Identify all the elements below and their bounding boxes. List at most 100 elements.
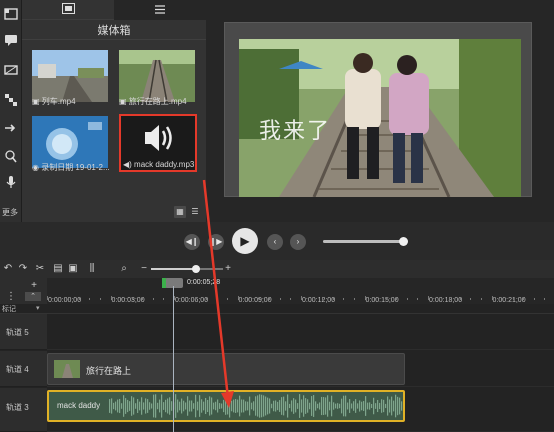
marker-row[interactable]: 标记 ▾ — [0, 304, 554, 314]
ruler-minor-tick — [195, 298, 197, 300]
copy-icon[interactable]: ▤ — [52, 262, 64, 275]
ruler-minor-tick — [216, 298, 218, 300]
zoom-slider[interactable] — [151, 265, 223, 273]
ruler-minor-tick — [152, 298, 154, 300]
video-file-icon: ▣ — [119, 97, 129, 106]
media-item-thumbnail[interactable] — [32, 50, 108, 102]
playhead-handle[interactable] — [162, 278, 183, 288]
next-button[interactable]: › — [290, 234, 306, 250]
add-track-icon[interactable]: + — [28, 279, 40, 292]
grid-view-icon[interactable]: ▦ — [174, 206, 186, 218]
tab-media[interactable] — [22, 0, 114, 20]
video-file-icon: ▣ — [32, 97, 42, 106]
tab-library[interactable] — [114, 0, 206, 20]
video-clip-label: 旅行在路上 — [86, 366, 132, 376]
zoom-in-icon[interactable]: + — [222, 262, 234, 275]
undo-icon[interactable]: ↶ — [2, 262, 14, 275]
video-clip[interactable]: 旅行在路上 — [47, 353, 405, 385]
ruler-tick-label: 0:00:00;00 — [48, 297, 82, 304]
ruler-minor-tick — [57, 298, 59, 300]
zoom-fill — [151, 268, 196, 270]
media-item-label: ▣ 旅行在路上.mp4 — [119, 97, 187, 106]
ruler-minor-tick — [502, 298, 504, 300]
zoom-icon[interactable]: ⌕ — [118, 262, 130, 275]
ruler-minor-tick — [417, 298, 419, 300]
ruler-minor-tick — [142, 298, 144, 300]
media-item-label: ▣ 列车.mp4 — [32, 97, 76, 106]
list-view-icon[interactable]: ☰ — [189, 206, 201, 218]
ruler-minor-tick — [78, 298, 80, 300]
track-lane[interactable] — [47, 314, 554, 350]
ruler-minor-tick — [290, 298, 292, 300]
track-header[interactable]: 轨道 3 — [0, 388, 47, 432]
cut-icon[interactable]: ✂ — [34, 262, 46, 275]
magnet-icon[interactable]: ⋮ — [5, 290, 17, 303]
ruler-tick-label: 0:00:09;00 — [238, 297, 272, 304]
microphone-tool-icon[interactable] — [3, 174, 19, 190]
annotations-tool-icon[interactable] — [3, 32, 19, 48]
animations-tool-icon[interactable] — [3, 120, 19, 136]
ruler-tick-label: 0:00:18;00 — [429, 297, 463, 304]
behaviors-tool-icon[interactable] — [3, 92, 19, 108]
playhead-line — [173, 286, 174, 432]
audio-waveform — [109, 394, 403, 418]
play-button[interactable]: ▶ — [232, 228, 258, 254]
chevron-down-icon[interactable]: ▾ — [36, 304, 40, 312]
ruler-minor-tick — [269, 298, 271, 300]
media-item-thumbnail[interactable] — [32, 116, 108, 168]
ruler-minor-tick — [205, 298, 207, 300]
track-name: 轨道 3 — [6, 403, 29, 412]
ruler-minor-tick — [375, 298, 377, 300]
ruler-minor-tick — [406, 298, 408, 300]
ruler-minor-tick — [385, 298, 387, 300]
split-icon[interactable]: ⫼ — [86, 262, 98, 275]
ruler-minor-tick — [470, 298, 472, 300]
ruler-minor-tick — [512, 298, 514, 300]
ruler-minor-tick — [343, 298, 345, 300]
step-forward-icon: ❙▶ — [209, 237, 223, 246]
tool-strip: 更多 — [0, 0, 22, 222]
media-item-thumbnail[interactable] — [119, 50, 195, 102]
scrubber-knob[interactable] — [399, 237, 409, 246]
ruler-minor-tick — [184, 298, 186, 300]
ruler-minor-tick — [533, 298, 535, 300]
timeline-toolbar: ↶ ↷ ✂ ▤ ▣ ⫼ ⌕ − + — [0, 260, 554, 278]
previous-button[interactable]: ‹ — [267, 234, 283, 250]
track-header[interactable]: 轨道 5 — [0, 314, 47, 350]
media-bin-tabs — [22, 0, 206, 20]
view-mode-buttons: ▦ ☰ — [174, 206, 201, 218]
zoom-knob[interactable] — [191, 265, 200, 273]
zoom-out-icon[interactable]: − — [138, 262, 150, 275]
cursor-effects-tool-icon[interactable] — [3, 148, 19, 164]
preview-canvas[interactable]: 我来了 — [224, 22, 532, 197]
ruler-tick-label: 0:00:03;00 — [111, 297, 145, 304]
ruler-minor-tick — [99, 298, 101, 300]
preview-area: 我来了 — [206, 0, 554, 222]
clip-thumbnail — [54, 360, 80, 378]
timeline-tracks: 标记 ▾ 轨道 5 轨道 4 轨道 3 旅行在路上 mack daddy — [0, 304, 554, 432]
playback-controls: ◀❙ ❙▶ ▶ ‹ › — [0, 222, 554, 260]
audio-clip[interactable]: mack daddy — [47, 390, 405, 422]
redo-icon[interactable]: ↷ — [17, 262, 29, 275]
transitions-tool-icon[interactable] — [3, 62, 19, 78]
step-back-button[interactable]: ◀❙ — [184, 234, 200, 250]
playback-scrubber[interactable] — [323, 237, 409, 246]
step-forward-button[interactable]: ❙▶ — [208, 234, 224, 250]
ruler-minor-tick — [459, 298, 461, 300]
timeline-ruler[interactable]: 0:00:05;28 0:00:00;00 0:00:03;00 0:00:06;0… — [47, 278, 554, 304]
track-header[interactable]: 轨道 4 — [0, 351, 47, 387]
media-item-label: ◀) mack daddy.mp3 — [123, 160, 195, 169]
media-bin-title: 媒体箱 — [22, 22, 206, 40]
ruler-minor-tick — [523, 298, 525, 300]
ruler-minor-tick — [480, 298, 482, 300]
media-item-selected-audio[interactable]: ◀) mack daddy.mp3 — [119, 114, 197, 172]
ruler-minor-tick — [279, 298, 281, 300]
collapse-tracks-button[interactable]: ⌃ — [25, 292, 41, 301]
ruler-minor-tick — [438, 298, 440, 300]
track-name: 轨道 5 — [6, 328, 29, 337]
recording-icon: ◉ — [32, 163, 42, 172]
ruler-minor-tick — [163, 298, 165, 300]
more-tools-label[interactable]: 更多 — [2, 207, 18, 218]
paste-icon[interactable]: ▣ — [67, 262, 79, 275]
media-tool-icon[interactable] — [3, 6, 19, 22]
